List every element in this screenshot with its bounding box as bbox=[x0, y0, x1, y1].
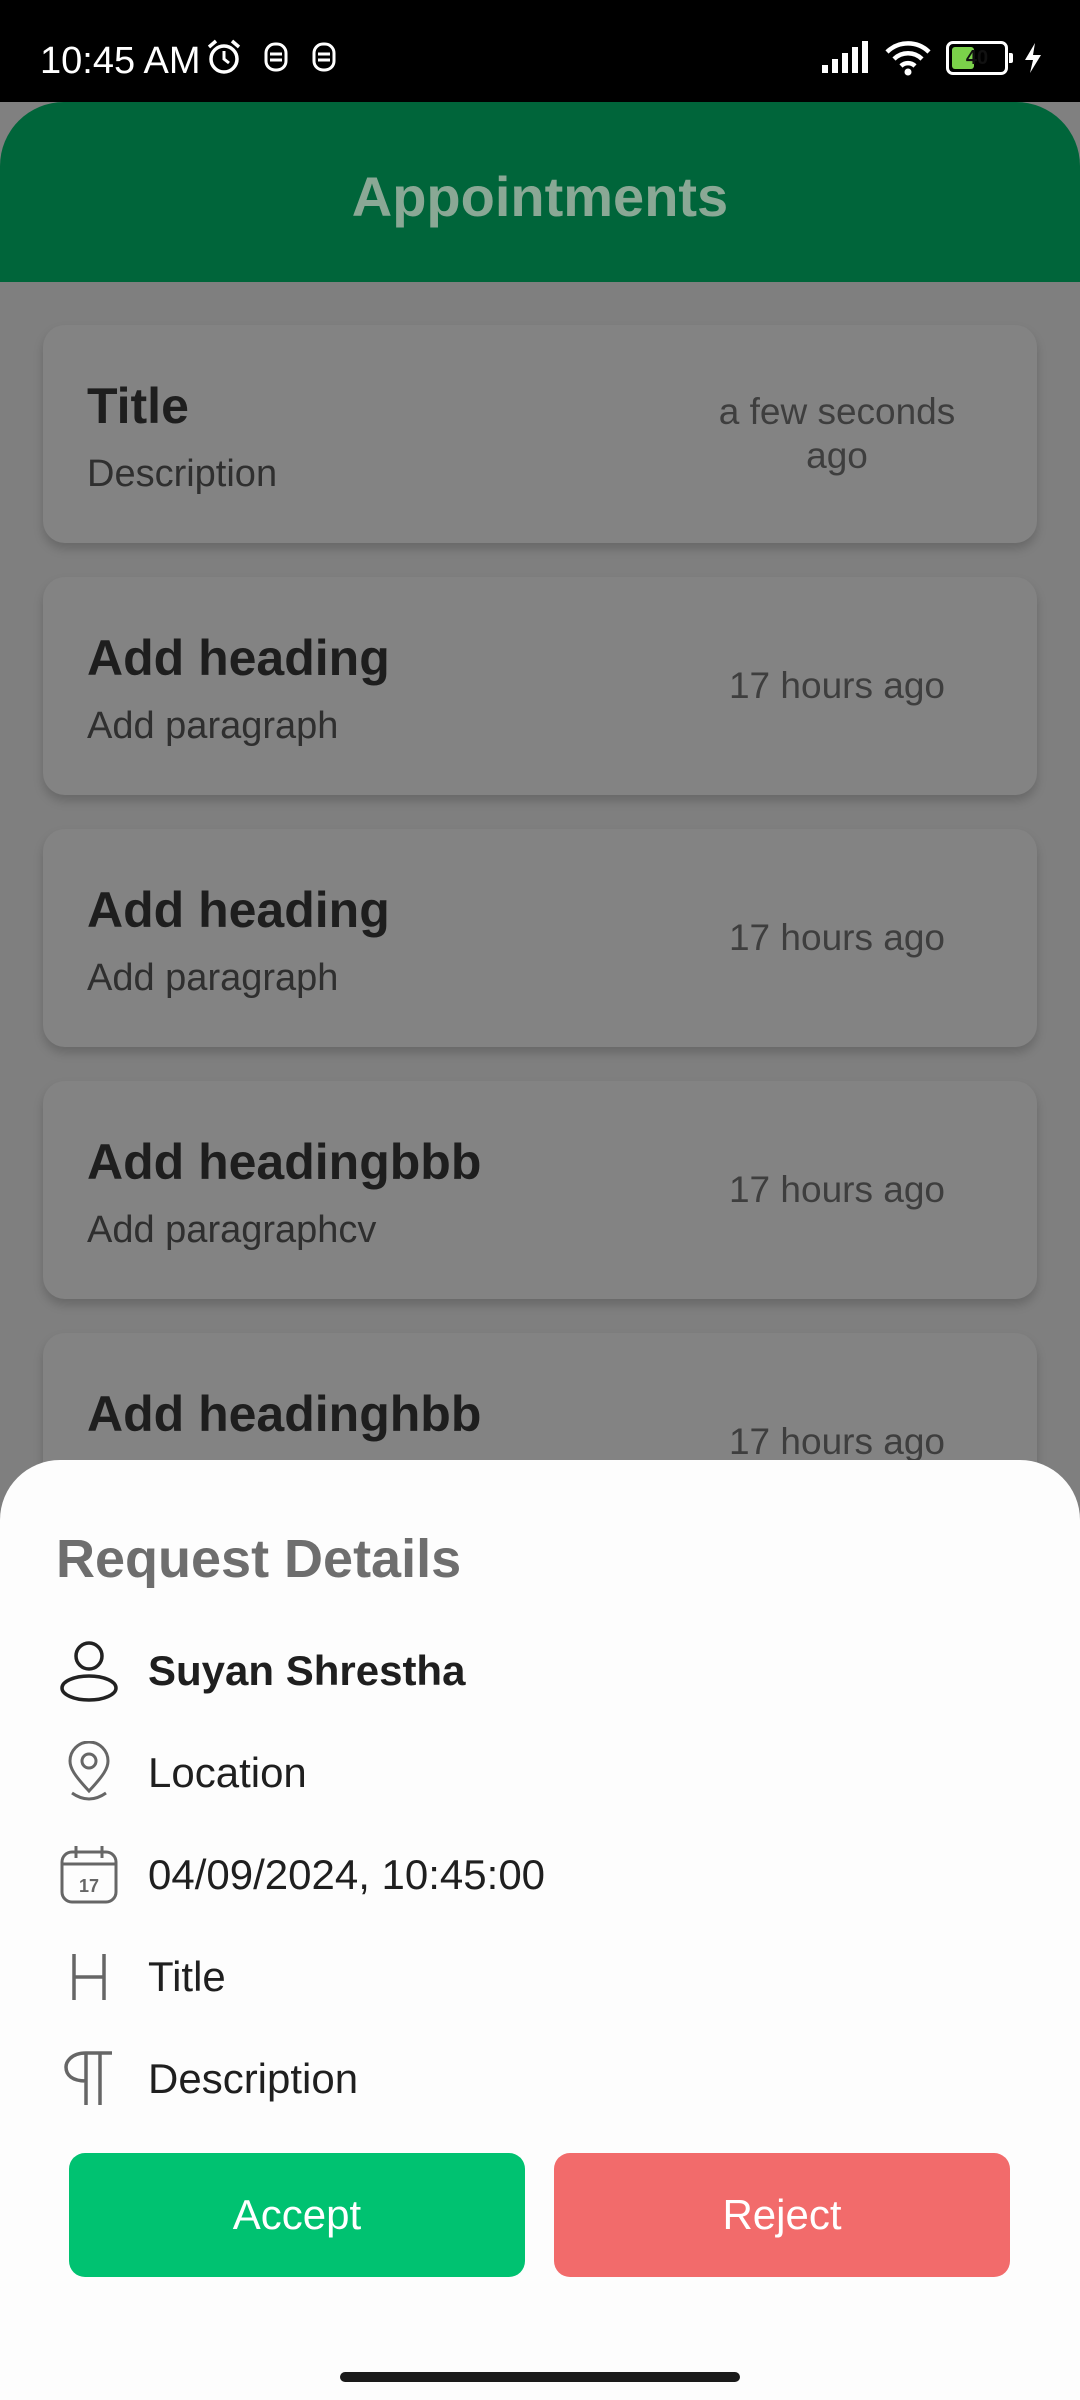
appointment-title: Add headinghbb bbox=[87, 1386, 482, 1442]
appointment-description: Add paragraph bbox=[87, 705, 339, 747]
appointment-title: Add heading bbox=[87, 882, 390, 938]
battery-icon: 40 bbox=[946, 41, 1013, 75]
alarm-icon bbox=[207, 39, 241, 74]
appointment-description: Description bbox=[87, 453, 278, 495]
signal-icon bbox=[822, 41, 868, 73]
appointment-title: Add headingbbb bbox=[87, 1134, 482, 1190]
heading-text: Title bbox=[148, 1953, 226, 2000]
appointment-time: a few seconds ago bbox=[718, 391, 956, 476]
person-icon bbox=[56, 1638, 122, 1704]
calendar-day: 17 bbox=[79, 1876, 99, 1896]
description-text: Description bbox=[148, 2055, 359, 2102]
page-title: Appointments bbox=[351, 165, 729, 228]
description-row: Description bbox=[56, 2046, 358, 2112]
accept-button[interactable]: Accept bbox=[69, 2153, 525, 2277]
datetime-text: 04/09/2024, 10:45:00 bbox=[148, 1851, 546, 1898]
app-header: Appointments bbox=[0, 102, 1080, 282]
appointment-card[interactable]: Add heading Add paragraph 17 hours ago bbox=[43, 577, 1037, 795]
appointment-description: Add paragraphcv bbox=[87, 1209, 377, 1251]
home-indicator[interactable] bbox=[340, 2372, 740, 2382]
datetime-row: 17 04/09/2024, 10:45:00 bbox=[56, 1842, 545, 1908]
appointment-title: Title bbox=[87, 378, 189, 434]
appointment-card[interactable]: Title Description a few seconds ago bbox=[43, 325, 1037, 543]
sheet-title: Request Details bbox=[56, 1529, 462, 1589]
appointment-time: 17 hours ago bbox=[728, 665, 945, 706]
notification-icon bbox=[312, 42, 336, 72]
status-right-icons: 40 bbox=[820, 40, 1044, 76]
location-row: Location bbox=[56, 1740, 307, 1806]
appointment-card[interactable]: Add headingbbb Add paragraphcv 17 hours … bbox=[43, 1081, 1037, 1299]
status-time: 10:45 AM bbox=[40, 40, 201, 82]
location-pin-icon bbox=[56, 1740, 122, 1806]
battery-level: 40 bbox=[965, 47, 989, 69]
wifi-icon bbox=[885, 41, 931, 76]
status-bar: 10:45 AM 40 bbox=[0, 0, 1080, 102]
reject-button[interactable]: Reject bbox=[554, 2153, 1010, 2277]
appointment-time: 17 hours ago bbox=[728, 917, 945, 958]
appointment-description: Add paragraph bbox=[87, 957, 339, 999]
appointment-card[interactable]: Add heading Add paragraph 17 hours ago bbox=[43, 829, 1037, 1047]
requester-name: Suyan Shrestha bbox=[148, 1647, 466, 1694]
calendar-icon: 17 bbox=[56, 1842, 122, 1908]
notification-icon bbox=[264, 42, 288, 72]
requester-row: Suyan Shrestha bbox=[56, 1638, 465, 1704]
status-left-icons bbox=[205, 38, 339, 76]
appointment-title: Add heading bbox=[87, 630, 390, 686]
location-text: Location bbox=[148, 1749, 307, 1796]
paragraph-icon bbox=[56, 2046, 122, 2112]
charging-icon bbox=[1025, 43, 1041, 73]
heading-row: Title bbox=[56, 1944, 226, 2010]
heading-icon bbox=[56, 1944, 122, 2010]
appointment-time: 17 hours ago bbox=[728, 1169, 945, 1210]
